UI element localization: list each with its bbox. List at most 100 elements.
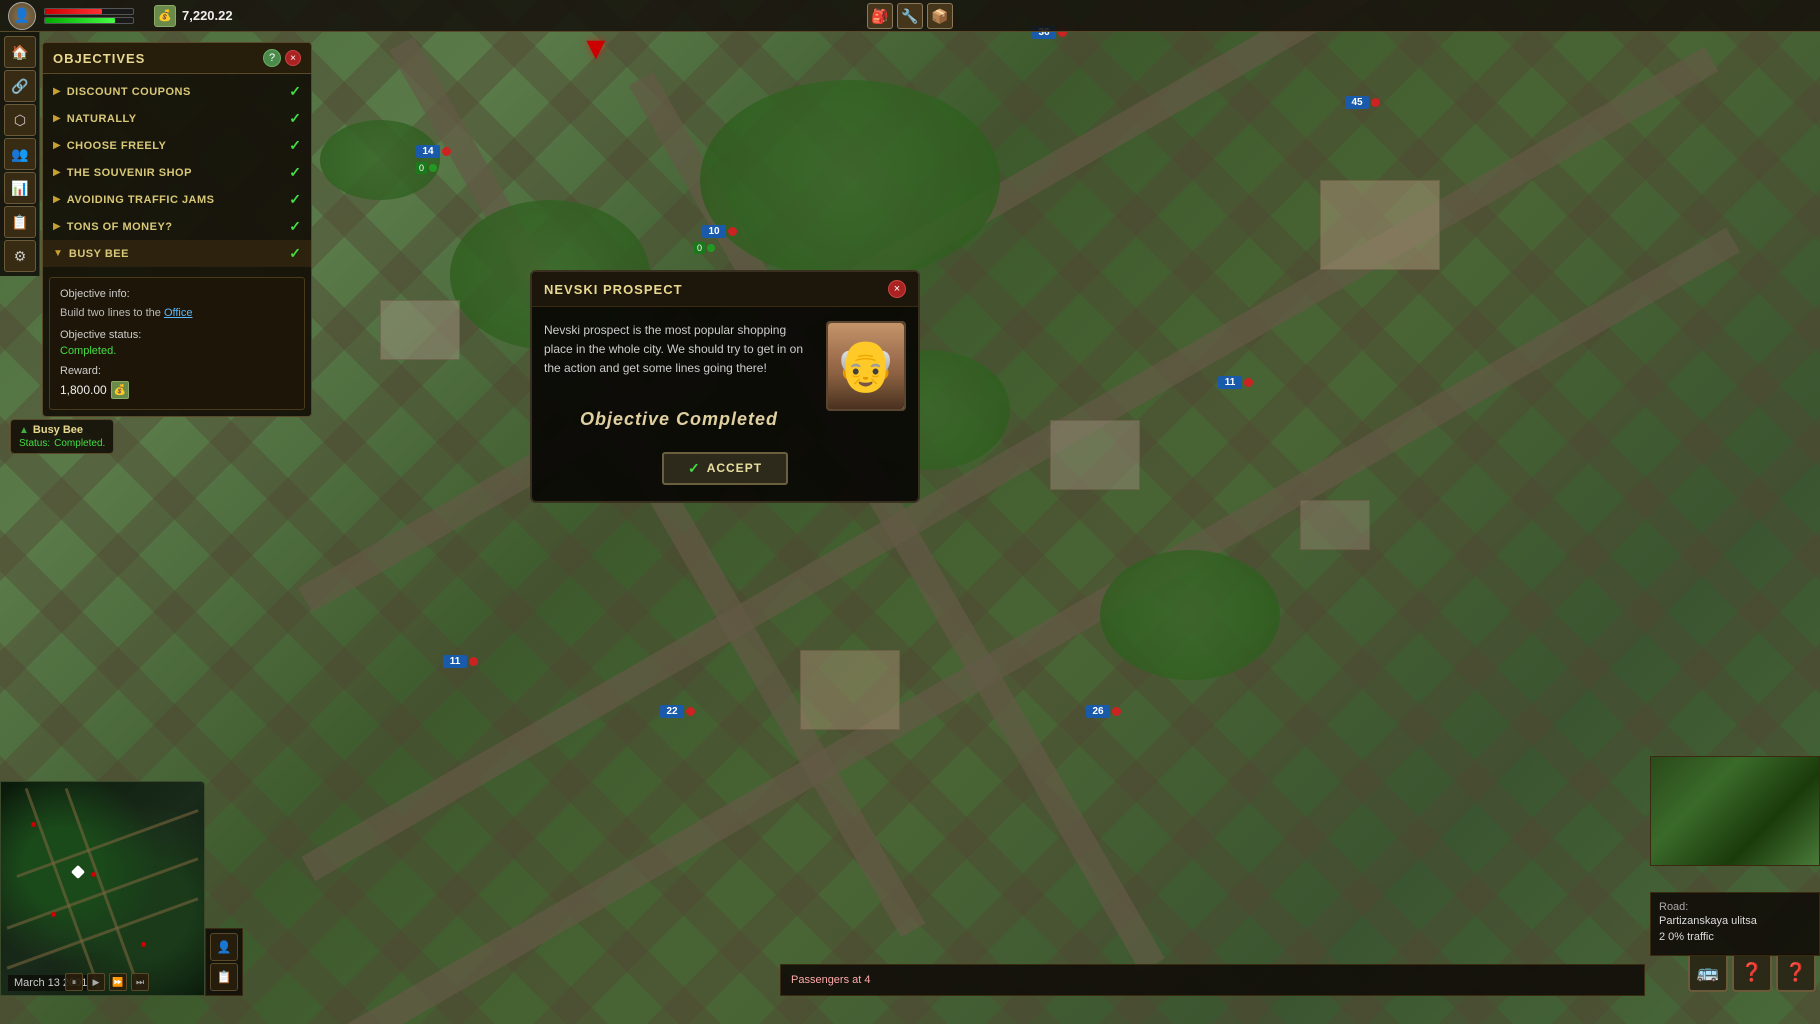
obj-label-souvenir: THE SOUVENIR SHOP [67, 167, 284, 179]
road-value: Partizanskaya ulitsa [1659, 915, 1811, 927]
obj-item-naturally[interactable]: ▶ NATURALLY ✓ [43, 105, 311, 132]
box-icon-btn[interactable]: 📦 [927, 3, 953, 29]
obj-label-busy: BUSY BEE [69, 248, 283, 260]
obj-item-busy-bee[interactable]: ▼ BUSY BEE ✓ [43, 240, 311, 267]
badge-0b-count: 0 [694, 242, 705, 254]
obj-check-souvenir: ✓ [289, 164, 301, 181]
notif-status-label: Status: [19, 438, 50, 449]
objectives-close-button[interactable]: × [285, 50, 301, 66]
tool-home[interactable]: 🏠 [4, 36, 36, 68]
minimap-dot-4 [141, 942, 146, 947]
dialog-header: NEVSKI PROSPECT × [532, 272, 918, 307]
obj-arrow-money: ▶ [53, 221, 61, 232]
tool-settings[interactable]: ⚙ [4, 240, 36, 272]
badge-10-count: 10 [702, 225, 726, 238]
accept-label: ACCEPT [707, 461, 762, 475]
notification-bubble: ▲ Busy Bee Status: Completed. [10, 419, 114, 454]
notif-status-value: Completed. [54, 438, 105, 449]
obj-label-naturally: NATURALLY [67, 113, 284, 125]
objectives-panel: OBJECTIVES ? × ▶ DISCOUNT COUPONS ✓ ▶ NA… [42, 42, 312, 417]
objective-info-box: Objective info: Build two lines to the O… [49, 277, 305, 410]
accept-button[interactable]: ✓ ACCEPT [662, 452, 788, 485]
obj-info-highlight: Office [164, 307, 193, 319]
badge-11b-count: 11 [443, 655, 467, 668]
top-center-icons: 🎒 🔧 📦 [867, 3, 953, 29]
badge-26: 26 [1086, 705, 1121, 718]
money-display: 💰 7,220.22 [154, 5, 233, 27]
tools-icon-btn[interactable]: 🔧 [897, 3, 923, 29]
br-icon-btn-2[interactable]: ❓ [1732, 952, 1772, 992]
obj-arrow-souvenir: ▶ [53, 167, 61, 178]
dialog-text-area: Nevski prospect is the most popular shop… [544, 321, 814, 430]
side-toolbar: 🏠 🔗 ⬡ 👥 📊 📋 ⚙ [0, 32, 40, 276]
badge-26-count: 26 [1086, 705, 1110, 718]
dialog-objective-completed: Objective Completed [544, 409, 814, 430]
play-button[interactable]: ▶ [87, 973, 105, 991]
pause-button[interactable]: ⏸ [65, 973, 83, 991]
minimap-btn-list[interactable]: 📋 [210, 963, 238, 991]
traffic-value: 2 0% traffic [1659, 931, 1811, 943]
top-bar: 👤 💰 7,220.22 🎒 🔧 📦 [0, 0, 1820, 32]
obj-info-text: Build two lines to the Office [60, 306, 294, 321]
dialog-close-button[interactable]: × [888, 280, 906, 298]
br-icon-btn-3[interactable]: ❓ [1776, 952, 1816, 992]
dialog-footer: ✓ ACCEPT [532, 444, 918, 485]
badge-22-dot [686, 707, 695, 716]
reward-icon: 💰 [111, 381, 129, 399]
obj-arrow-choose: ▶ [53, 140, 61, 151]
objectives-list: ▶ DISCOUNT COUPONS ✓ ▶ NATURALLY ✓ ▶ CHO… [43, 74, 311, 271]
obj-check-money: ✓ [289, 218, 301, 235]
obj-check-discount: ✓ [289, 83, 301, 100]
obj-check-traffic: ✓ [289, 191, 301, 208]
badge-11: 11 [1218, 376, 1253, 389]
bag-icon-btn[interactable]: 🎒 [867, 3, 893, 29]
minimap-controls: 👤 📋 [205, 928, 243, 996]
obj-reward-amount: 1,800.00 [60, 383, 107, 397]
obj-item-discount-coupons[interactable]: ▶ DISCOUNT COUPONS ✓ [43, 78, 311, 105]
obj-reward-label: Reward: [60, 365, 294, 377]
minimap-dot-3 [51, 912, 56, 917]
fast-forward-button[interactable]: ⏩ [109, 973, 127, 991]
badge-14-dot [442, 147, 451, 156]
tool-people[interactable]: 👥 [4, 138, 36, 170]
dialog-title: NEVSKI PROSPECT [544, 282, 683, 297]
fast-forward2-button[interactable]: ⏭ [131, 973, 149, 991]
obj-item-traffic[interactable]: ▶ AVOIDING TRAFFIC JAMS ✓ [43, 186, 311, 213]
dialog-portrait [826, 321, 906, 411]
accept-check-icon: ✓ [688, 460, 701, 477]
obj-arrow-naturally: ▶ [53, 113, 61, 124]
tool-link[interactable]: 🔗 [4, 70, 36, 102]
portrait-face [828, 323, 904, 409]
br-icon-btn-1[interactable]: 🚌 [1688, 952, 1728, 992]
badge-0a-count: 0 [416, 162, 427, 174]
obj-check-choose: ✓ [289, 137, 301, 154]
badge-10: 10 [702, 225, 737, 238]
obj-label-traffic: AVOIDING TRAFFIC JAMS [67, 194, 284, 206]
health-bars [44, 8, 134, 24]
money-amount: 7,220.22 [182, 8, 233, 23]
badge-22-count: 22 [660, 705, 684, 718]
obj-status-label: Objective status: [60, 329, 294, 341]
obj-item-souvenir-shop[interactable]: ▶ THE SOUVENIR SHOP ✓ [43, 159, 311, 186]
obj-arrow-discount: ▶ [53, 86, 61, 97]
red-arrow-indicator: ▼ [580, 30, 612, 67]
obj-item-choose-freely[interactable]: ▶ CHOOSE FREELY ✓ [43, 132, 311, 159]
minimap-btn-person[interactable]: 👤 [210, 933, 238, 961]
thumbnail-content [1651, 757, 1819, 865]
obj-arrow-traffic: ▶ [53, 194, 61, 205]
badge-0a-dot [429, 164, 437, 172]
tool-road[interactable]: ⬡ [4, 104, 36, 136]
obj-arrow-busy: ▼ [53, 248, 63, 259]
obj-label-money: TONS OF MONEY? [67, 221, 284, 233]
minimap-dot-2 [91, 872, 96, 877]
tool-list[interactable]: 📋 [4, 206, 36, 238]
badge-11b: 11 [443, 655, 478, 668]
minimap[interactable] [0, 781, 205, 996]
tool-chart[interactable]: 📊 [4, 172, 36, 204]
passengers-bar: Passengers at 4 [780, 964, 1645, 996]
badge-11-dot [1244, 378, 1253, 387]
badge-10-dot [728, 227, 737, 236]
obj-label-discount: DISCOUNT COUPONS [67, 86, 284, 98]
objectives-help-button[interactable]: ? [263, 49, 281, 67]
obj-item-money[interactable]: ▶ TONS OF MONEY? ✓ [43, 213, 311, 240]
